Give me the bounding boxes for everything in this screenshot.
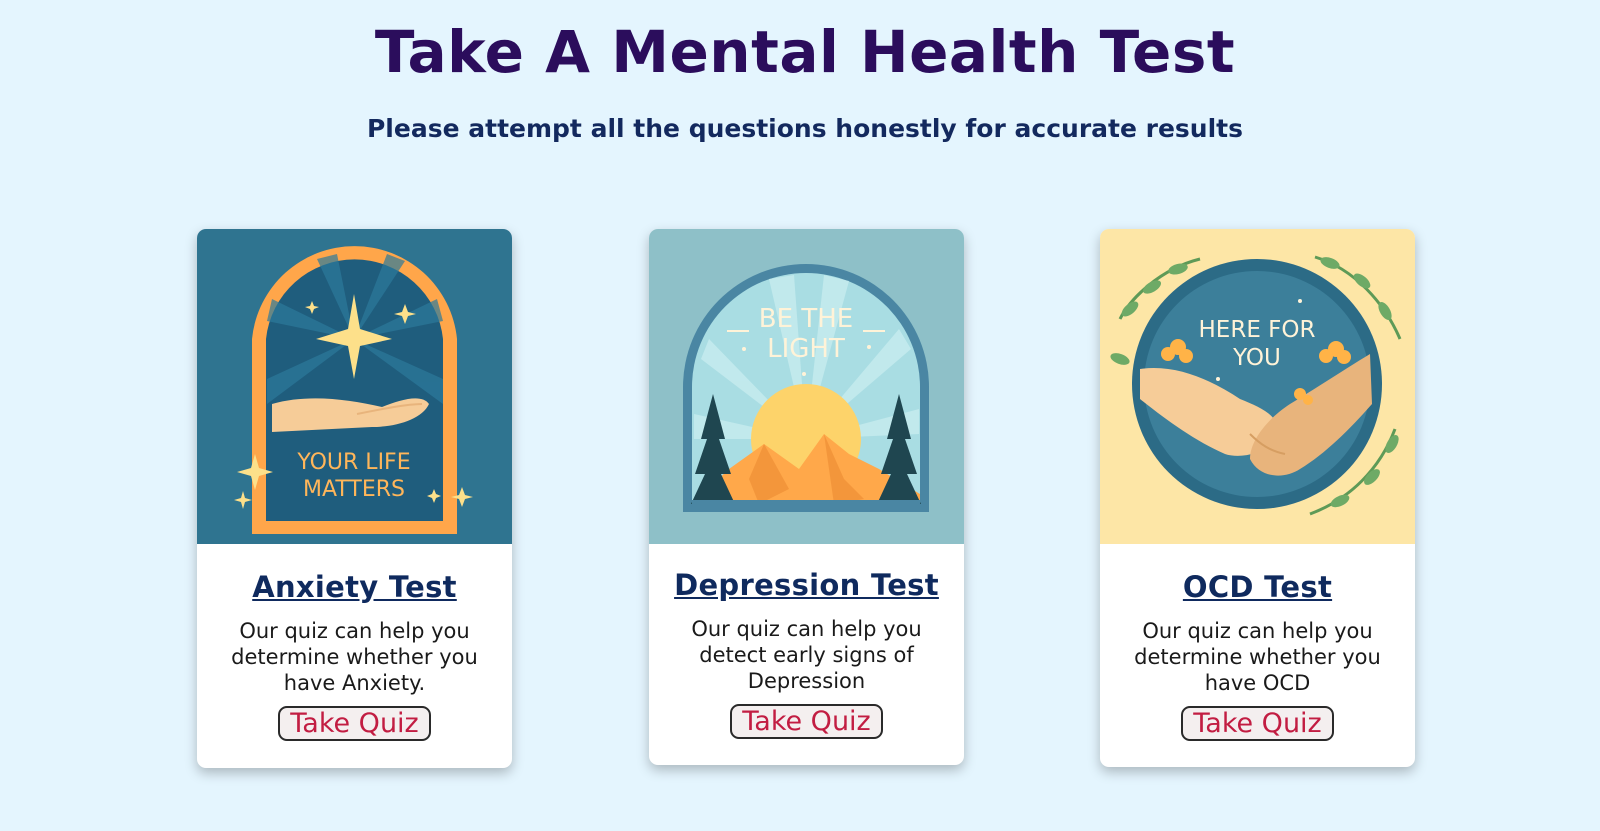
depression-test-link[interactable]: Depression Test: [674, 568, 939, 602]
art-line1: HERE FOR: [1199, 317, 1316, 343]
be-the-light-illustration: BE THE LIGHT: [649, 229, 964, 544]
ocd-take-quiz-button[interactable]: Take Quiz: [1181, 706, 1334, 741]
art-line2: LIGHT: [767, 334, 845, 364]
depression-test-description: Our quiz can help you detect early signs…: [691, 617, 922, 693]
art-line2: YOU: [1232, 345, 1281, 371]
art-line2: MATTERS: [303, 477, 405, 502]
here-for-you-illustration: HERE FOR YOU: [1100, 229, 1415, 544]
ocd-test-link[interactable]: OCD Test: [1183, 570, 1332, 604]
anxiety-test-link[interactable]: Anxiety Test: [252, 570, 457, 604]
ocd-test-description: Our quiz can help you determine whether …: [1134, 619, 1381, 695]
art-line1: BE THE: [759, 304, 853, 334]
art-line1: YOUR LIFE: [296, 450, 410, 475]
page-subtitle: Please attempt all the questions honestl…: [366, 114, 1243, 143]
anxiety-test-description: Our quiz can help you determine whether …: [231, 619, 478, 695]
depression-test-card: BE THE LIGHT Depression Test Our quiz ca…: [649, 229, 964, 765]
depression-take-quiz-button[interactable]: Take Quiz: [730, 704, 883, 739]
your-life-matters-illustration: YOUR LIFE MATTERS: [197, 229, 512, 544]
page-title: Take A Mental Health Test: [374, 18, 1236, 86]
anxiety-take-quiz-button[interactable]: Take Quiz: [278, 706, 431, 741]
anxiety-test-card: YOUR LIFE MATTERS Anxiety Test Our quiz …: [197, 229, 512, 768]
ocd-test-card: HERE FOR YOU OCD Test Our quiz can help …: [1100, 229, 1415, 767]
